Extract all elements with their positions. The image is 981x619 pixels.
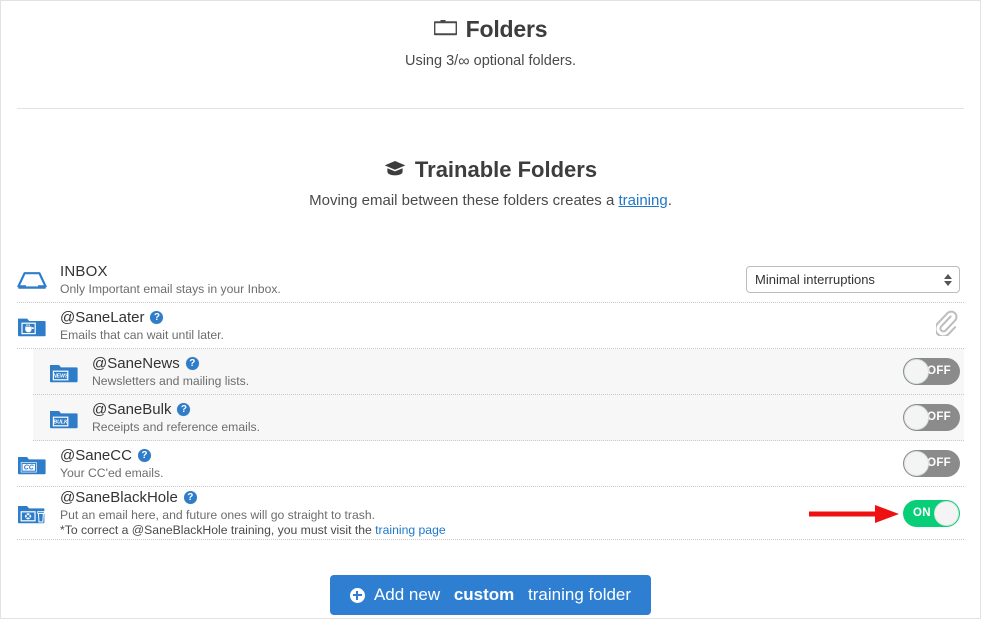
folder-description-saneblackhole: Put an email here, and future ones will … — [60, 507, 376, 522]
folder-row-saneblackhole[interactable]: @SaneBlackHole ? Put an email here, and … — [17, 487, 964, 540]
saneblackhole-control: ON — [903, 499, 964, 527]
add-new-custom-training-folder-button[interactable]: Add new custom training folder — [329, 575, 652, 615]
add-button-label-bold: custom — [453, 585, 515, 604]
folder-description-sanecc: Your CC'ed emails. — [60, 465, 164, 480]
sanebulk-control: OFF — [903, 404, 964, 431]
folder-cc-icon: CC — [17, 452, 57, 476]
folders-section-header: Folders Using 3/∞ optional folders. — [1, 1, 980, 71]
toggle-label-sanebulk: OFF — [927, 411, 951, 423]
folder-name-sanelater: @SaneLater — [60, 308, 145, 326]
toggle-knob — [934, 500, 959, 526]
folder-name-row-sanebulk: @SaneBulk ? — [92, 401, 903, 419]
sanecc-control: OFF — [903, 450, 964, 477]
svg-text:NEWS: NEWS — [53, 373, 69, 379]
folder-description-sanebulk: Receipts and reference emails. — [92, 419, 261, 434]
folder-row-sanelater[interactable]: @SaneLater ? Emails that can wait until … — [17, 303, 964, 349]
toggle-label-sanenews: OFF — [927, 365, 951, 377]
trainable-title-row: Trainable Folders — [1, 156, 980, 184]
trainable-folder-list: INBOX Only Important email stays in your… — [17, 257, 964, 540]
trainable-subtitle: Moving email between these folders creat… — [1, 192, 980, 209]
add-folder-button-area: Add new custom training folder — [1, 575, 980, 615]
sanelater-control — [934, 310, 964, 341]
folder-description-sanelater: Emails that can wait until later. — [60, 327, 224, 342]
folder-coffee-icon — [17, 314, 57, 338]
trainable-subtitle-suffix: . — [667, 192, 672, 209]
toggle-knob — [904, 359, 929, 384]
folders-usage-suffix: optional folders. — [473, 53, 576, 69]
folders-usage-prefix: Using 3/ — [404, 53, 459, 69]
folder-note-prefix: *To correct a @SaneBlackHole training, y… — [60, 522, 376, 537]
toggle-sanenews[interactable]: OFF — [903, 358, 960, 385]
folders-title-text: Folders — [465, 16, 548, 42]
trainable-section-header: Trainable Folders Moving email between t… — [1, 156, 980, 209]
folder-name-row-inbox: INBOX — [60, 263, 746, 281]
folders-settings-page: Folders Using 3/∞ optional folders. Trai… — [0, 0, 981, 619]
help-icon-sanebulk[interactable]: ? — [177, 403, 191, 416]
svg-text:CC: CC — [24, 464, 35, 471]
folders-usage-text: Using 3/∞ optional folders. — [1, 52, 980, 71]
folder-info-sanecc: @SaneCC ? Your CC'ed emails. — [57, 447, 903, 481]
folder-name-row-sanecc: @SaneCC ? — [60, 447, 903, 465]
folder-name-sanecc: @SaneCC — [60, 446, 132, 464]
folder-info-saneblackhole: @SaneBlackHole ? Put an email here, and … — [57, 489, 903, 538]
folder-row-sanecc[interactable]: CC @SaneCC ? Your CC'ed emails. OFF — [17, 441, 964, 487]
folder-info-inbox: INBOX Only Important email stays in your… — [57, 263, 746, 297]
plus-circle-icon — [349, 587, 365, 603]
inbox-tray-icon — [17, 269, 57, 291]
section-divider — [17, 108, 964, 109]
toggle-knob — [904, 405, 929, 430]
infinity-symbol: ∞ — [458, 53, 470, 70]
folder-row-sanebulk[interactable]: BULK @SaneBulk ? Receipts and reference … — [33, 395, 964, 441]
graduation-cap-icon — [384, 156, 406, 184]
training-page-link[interactable]: training page — [375, 523, 445, 537]
help-icon-sanelater[interactable]: ? — [150, 311, 164, 324]
svg-text:BULK: BULK — [53, 419, 69, 425]
inbox-select-value: Minimal interruptions — [755, 272, 875, 287]
folder-name-row-sanenews: @SaneNews ? — [92, 355, 903, 373]
folder-info-sanelater: @SaneLater ? Emails that can wait until … — [57, 309, 936, 343]
toggle-saneblackhole[interactable]: ON — [903, 499, 960, 527]
folder-bulk-icon: BULK — [49, 406, 89, 430]
help-icon-saneblackhole[interactable]: ? — [183, 491, 197, 504]
folder-description-sanenews: Newsletters and mailing lists. — [92, 373, 250, 388]
toggle-label-sanecc: OFF — [927, 457, 951, 469]
trainable-subtitle-prefix: Moving email between these folders creat… — [309, 192, 619, 209]
add-button-label-part2: training folder — [523, 585, 632, 604]
help-icon-sanecc[interactable]: ? — [137, 449, 151, 462]
folder-name-row-sanelater: @SaneLater ? — [60, 309, 936, 327]
folder-open-icon — [433, 15, 458, 43]
folder-news-icon: NEWS — [49, 360, 89, 384]
folder-row-inbox[interactable]: INBOX Only Important email stays in your… — [17, 257, 964, 303]
toggle-knob — [904, 451, 929, 476]
inbox-control: Minimal interruptions — [746, 266, 964, 293]
folder-row-sanenews[interactable]: NEWS @SaneNews ? Newsletters and mailing… — [33, 349, 964, 395]
inbox-interruptions-select[interactable]: Minimal interruptions — [746, 266, 960, 293]
folder-name-sanebulk: @SaneBulk — [92, 400, 172, 418]
toggle-label-saneblackhole: ON — [913, 506, 931, 519]
folder-info-sanebulk: @SaneBulk ? Receipts and reference email… — [89, 401, 903, 435]
folders-title-row: Folders — [1, 15, 980, 43]
folder-note-saneblackhole: *To correct a @SaneBlackHole training, y… — [60, 523, 903, 538]
toggle-sanebulk[interactable]: OFF — [903, 404, 960, 431]
folder-blackhole-icon — [17, 501, 57, 525]
sanenews-control: OFF — [903, 358, 964, 385]
folder-info-sanenews: @SaneNews ? Newsletters and mailing list… — [89, 355, 903, 389]
add-button-label-part1: Add new — [373, 585, 445, 604]
help-icon-sanenews[interactable]: ? — [185, 357, 199, 370]
folder-description-inbox: Only Important email stays in your Inbox… — [60, 281, 281, 296]
stepper-arrows-icon — [944, 273, 952, 286]
paperclip-icon[interactable] — [934, 310, 958, 341]
folder-name-row-saneblackhole: @SaneBlackHole ? — [60, 489, 903, 507]
toggle-sanecc[interactable]: OFF — [903, 450, 960, 477]
folder-name-sanenews: @SaneNews — [92, 354, 180, 372]
folder-name-inbox: INBOX — [60, 262, 108, 280]
folder-name-saneblackhole: @SaneBlackHole — [60, 488, 178, 506]
trainable-title-text: Trainable Folders — [414, 157, 598, 182]
training-link[interactable]: training — [618, 192, 667, 209]
